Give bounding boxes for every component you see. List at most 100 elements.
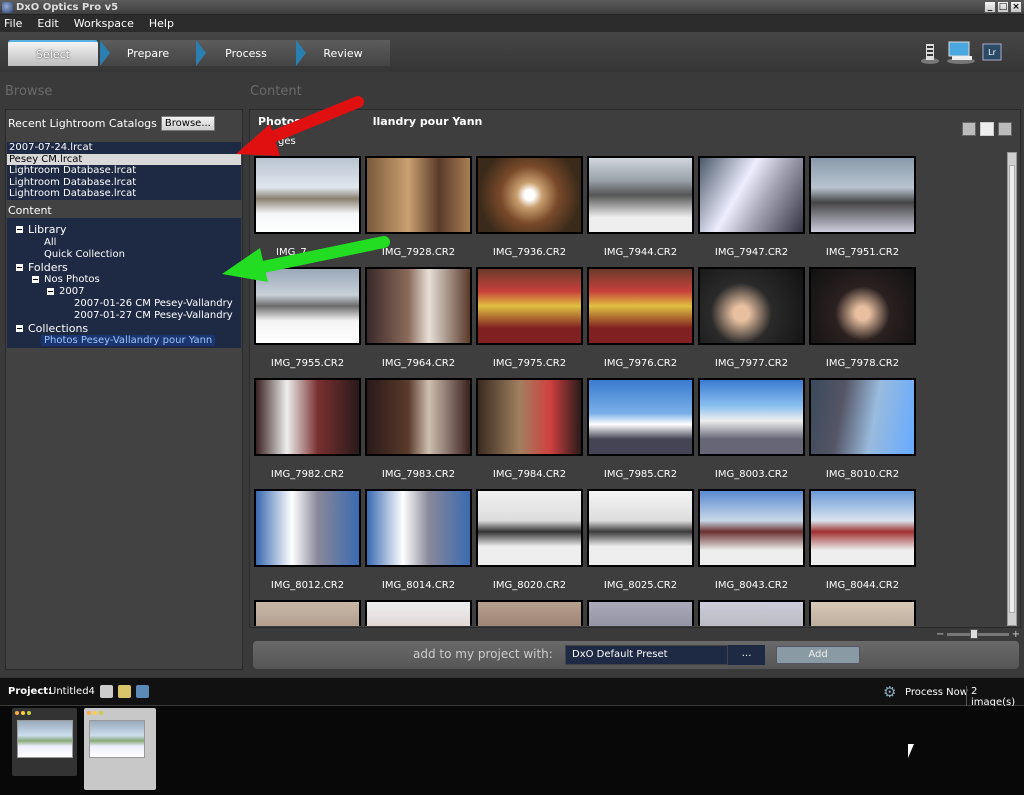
project-label: Project: xyxy=(8,686,53,697)
thumbnail[interactable] xyxy=(809,489,916,567)
menu-edit[interactable]: Edit xyxy=(37,17,58,30)
thumbnail[interactable] xyxy=(809,600,916,626)
menu-help[interactable]: Help xyxy=(149,17,174,30)
thumbnail[interactable] xyxy=(254,156,361,234)
zoom-out-icon[interactable]: − xyxy=(936,629,944,640)
tab-select[interactable]: Select xyxy=(8,40,98,66)
tree-node-quick-collection[interactable]: Quick Collection xyxy=(44,249,125,260)
thumbnail[interactable] xyxy=(698,156,805,234)
thumbnail[interactable] xyxy=(254,489,361,567)
list-item[interactable]: Lightroom Database.lrcat xyxy=(7,177,241,189)
minimize-button[interactable]: _ xyxy=(984,1,996,13)
tree-node-folders[interactable]: Folders xyxy=(16,261,68,274)
step-separator xyxy=(196,40,206,66)
tree-node-folder-0126[interactable]: 2007-01-26 CM Pesey-Vallandry xyxy=(74,298,233,309)
grid-view-icon[interactable] xyxy=(980,122,994,136)
list-item[interactable]: Lightroom Database.lrcat xyxy=(7,188,241,200)
menu-file[interactable]: File xyxy=(4,17,22,30)
preset-browse-button[interactable]: ... xyxy=(727,645,765,665)
vertical-scrollbar[interactable] xyxy=(1007,152,1017,626)
collapse-icon[interactable] xyxy=(47,288,54,295)
zoom-slider[interactable]: − + xyxy=(936,628,1020,640)
tree-node-collections[interactable]: Collections xyxy=(16,322,88,335)
edit-project-icon[interactable] xyxy=(118,685,131,698)
thumbnail[interactable] xyxy=(809,267,916,345)
thumbnail-image xyxy=(700,380,803,454)
collapse-icon[interactable] xyxy=(16,264,23,271)
tree-node-collection-selected[interactable]: Photos Pesey-Vallandry pour Yann xyxy=(41,335,216,346)
thumbnail-image xyxy=(478,491,581,565)
new-project-icon[interactable] xyxy=(100,685,113,698)
recent-catalogs-label: Recent Lightroom Catalogs xyxy=(8,117,157,130)
thumbnail-caption: IMG_7985.CR2 xyxy=(603,469,678,480)
thumbnail-grid: IMG_7 IMG_7928.CR2 IMG_7936.CR2 IMG_7944.CR… xyxy=(254,154,1006,626)
thumbnail[interactable] xyxy=(587,378,694,456)
collapse-icon[interactable] xyxy=(32,276,39,283)
menu-workspace[interactable]: Workspace xyxy=(74,17,134,30)
thumbnail[interactable] xyxy=(698,378,805,456)
add-button[interactable]: Add xyxy=(776,646,860,664)
collapse-icon[interactable] xyxy=(16,325,23,332)
list-item[interactable]: Lightroom Database.lrcat xyxy=(7,165,241,177)
save-project-icon[interactable] xyxy=(136,685,149,698)
thumbnail[interactable] xyxy=(476,267,583,345)
single-view-icon[interactable] xyxy=(962,122,976,136)
thumbnail[interactable] xyxy=(698,600,805,626)
tab-prepare[interactable]: Prepare xyxy=(100,40,196,66)
list-item[interactable]: 2007-07-24.lrcat xyxy=(7,142,241,154)
process-now-button[interactable]: ⚙ Process Now xyxy=(883,684,968,700)
zoom-knob[interactable] xyxy=(970,628,979,639)
tab-review[interactable]: Review xyxy=(296,40,390,66)
thumbnail[interactable] xyxy=(476,489,583,567)
browse-button[interactable]: Browse... xyxy=(160,116,215,131)
status-dots xyxy=(15,711,31,715)
tree-label: Folders xyxy=(28,261,68,274)
tree-node-all[interactable]: All xyxy=(44,237,56,248)
thumbnail-image xyxy=(256,380,359,454)
thumbnail[interactable] xyxy=(698,489,805,567)
thumbnail[interactable] xyxy=(587,489,694,567)
dock-panel-icon[interactable] xyxy=(920,40,940,64)
thumbnail[interactable] xyxy=(587,267,694,345)
thumbnail[interactable] xyxy=(254,600,361,626)
thumbnail[interactable] xyxy=(476,156,583,234)
tree-node-nos-photos[interactable]: Nos Photos xyxy=(32,274,100,285)
thumbnail[interactable] xyxy=(365,600,472,626)
zoom-in-icon[interactable]: + xyxy=(1012,629,1020,640)
thumbnail[interactable] xyxy=(809,378,916,456)
thumbnail[interactable] xyxy=(365,489,472,567)
lightroom-icon[interactable]: Lr xyxy=(982,40,1002,64)
window-controls: _ □ × xyxy=(984,1,1022,13)
zoom-track[interactable] xyxy=(947,628,1009,639)
tree-node-folder-0127[interactable]: 2007-01-27 CM Pesey-Vallandry xyxy=(74,310,233,321)
thumbnail[interactable] xyxy=(587,600,694,626)
tree-node-year[interactable]: 2007 xyxy=(47,286,84,297)
restore-button[interactable]: □ xyxy=(997,1,1009,13)
thumbnail-image xyxy=(367,158,470,232)
collapse-icon[interactable] xyxy=(16,226,23,233)
list-item[interactable]: Pesey CM.lrcat xyxy=(7,153,241,165)
project-name[interactable]: Untitled4 xyxy=(49,686,95,697)
thumbnail-caption: IMG_7944.CR2 xyxy=(603,247,678,258)
thumbnail[interactable] xyxy=(809,156,916,234)
thumbnail[interactable] xyxy=(476,378,583,456)
thumbnail[interactable] xyxy=(254,378,361,456)
content-section-label: Content xyxy=(8,204,52,217)
thumbnail[interactable] xyxy=(365,156,472,234)
thumbnail-caption: IMG_7975.CR2 xyxy=(492,358,567,369)
list-view-icon[interactable] xyxy=(998,122,1012,136)
filmstrip-thumb[interactable] xyxy=(12,708,77,776)
thumbnail[interactable] xyxy=(365,378,472,456)
scrollbar-thumb[interactable] xyxy=(1009,165,1015,614)
close-button[interactable]: × xyxy=(1010,1,1022,13)
thumbnail[interactable] xyxy=(476,600,583,626)
filmstrip-thumb-selected[interactable] xyxy=(84,708,156,790)
tab-select-label: Select xyxy=(36,47,70,61)
thumbnail-caption: IMG_7977.CR2 xyxy=(714,358,789,369)
tree-node-library[interactable]: Library xyxy=(16,223,66,236)
thumbnail[interactable] xyxy=(587,156,694,234)
view-mode-buttons xyxy=(962,122,1012,136)
tab-process[interactable]: Process xyxy=(196,40,296,66)
computer-icon[interactable] xyxy=(946,40,976,64)
thumbnail[interactable] xyxy=(698,267,805,345)
